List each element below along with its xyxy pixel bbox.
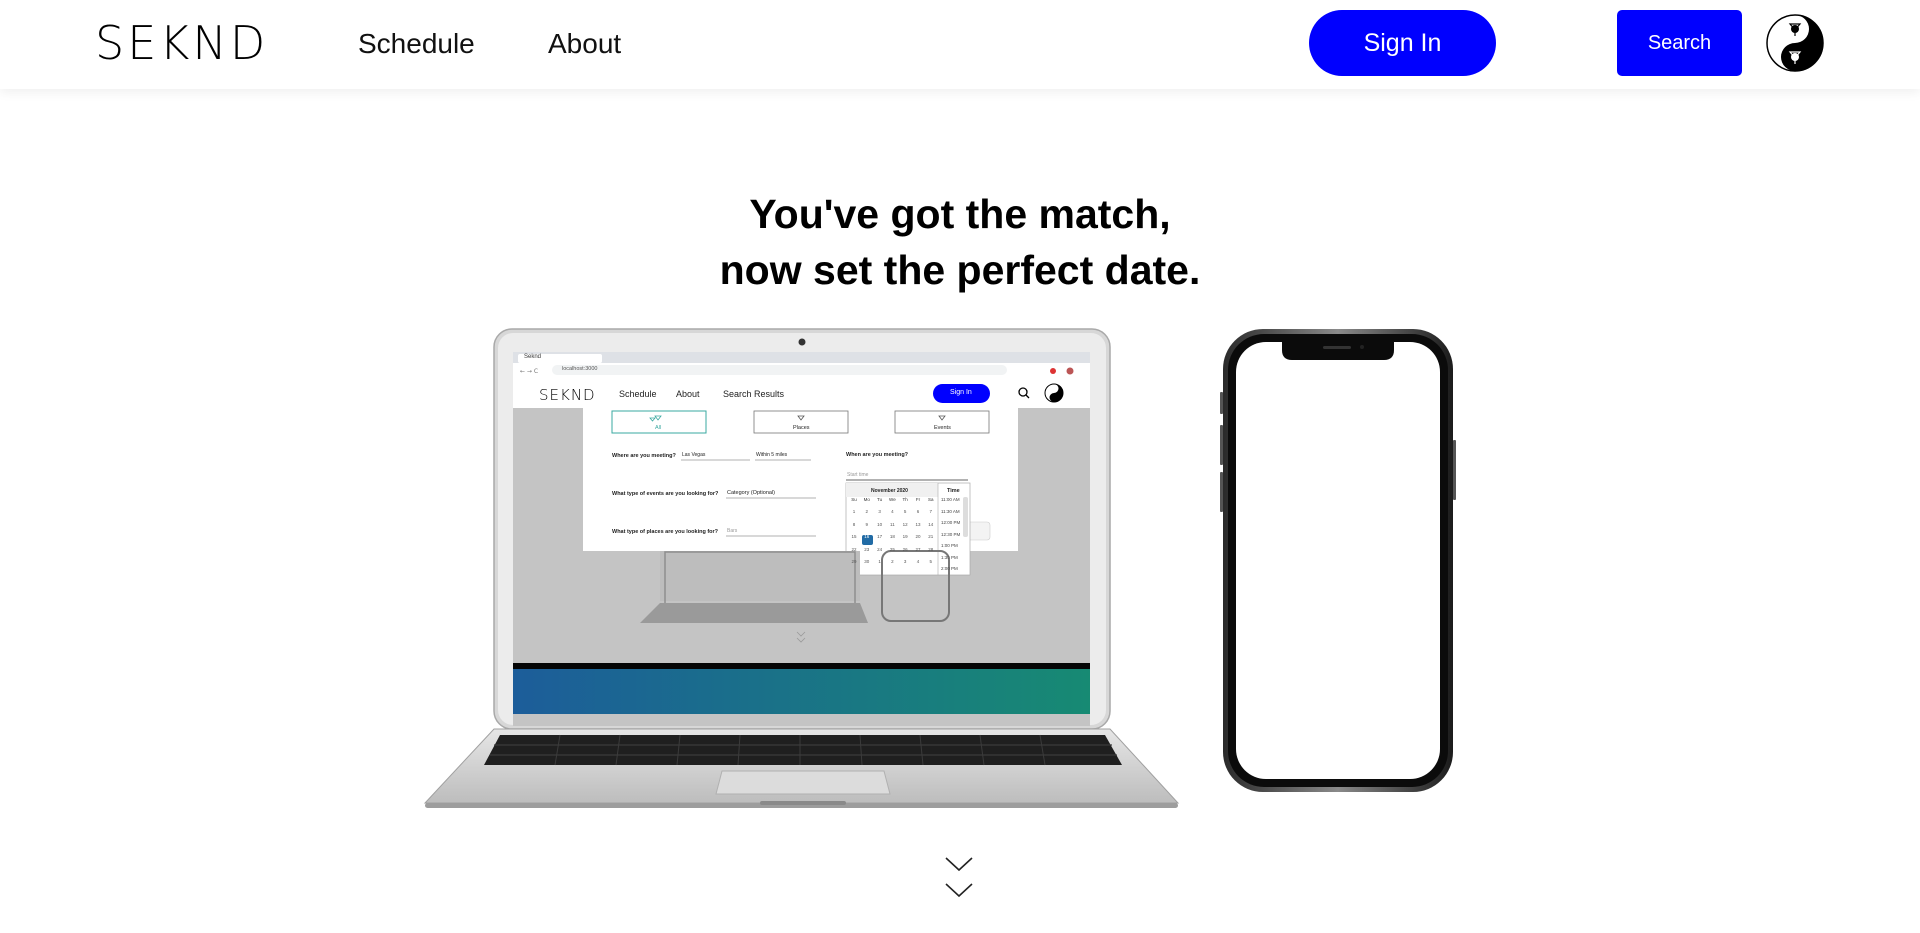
mini-calendar-day: 2 <box>891 559 894 564</box>
mini-calendar-day: 26 <box>902 546 908 552</box>
mini-calendar-weekday: Fr <box>915 497 921 502</box>
devices-illustration: ← → C <box>423 328 1456 808</box>
mini-calendar-weekday: Su <box>851 497 857 502</box>
svg-text:← → C: ← → C <box>520 368 538 375</box>
mini-calendar-day: 1 <box>878 559 881 564</box>
search-button[interactable]: Search <box>1617 10 1742 76</box>
mini-calendar-day: 29 <box>851 559 857 564</box>
mini-calendar-day: 24 <box>877 546 883 552</box>
mini-when-label: When are you meeting? <box>846 452 909 458</box>
mini-where-value: Las Vegas <box>682 452 706 458</box>
mini-calendar-day: 3 <box>903 559 907 564</box>
mini-calendar-day: 21 <box>928 534 934 540</box>
mini-category-events: Events <box>934 425 951 431</box>
mini-start-time-input: Start time <box>847 472 869 478</box>
mini-calendar-day: 14 <box>928 521 934 527</box>
mini-calendar-day: 11 <box>890 521 895 527</box>
mini-places-input: Bars <box>727 528 738 534</box>
mini-calendar-day: 8 <box>852 521 856 527</box>
top-navbar: SEKND Schedule About Sign In Search <box>0 0 1920 89</box>
mini-calendar-day: 3 <box>878 509 881 515</box>
nav-link-about[interactable]: About <box>548 26 621 62</box>
mini-calendar-day: 15 <box>851 534 857 540</box>
mini-distance-value: Within 5 miles <box>756 452 788 458</box>
mini-calendar-day: 18 <box>889 534 895 540</box>
avatar[interactable] <box>1766 14 1824 72</box>
mini-calendar-day: 12 <box>902 521 908 527</box>
mini-calendar-weekday: Sa <box>928 497 934 502</box>
mini-calendar-weekday: Mo <box>863 497 870 502</box>
mini-calendar-day: 2 <box>865 509 869 515</box>
mini-calendar-day: 4 <box>891 509 894 515</box>
mini-calendar-day: 22 <box>851 546 857 552</box>
sign-in-button[interactable]: Sign In <box>1309 10 1496 76</box>
mini-calendar-day: 28 <box>928 546 934 552</box>
mini-time-option: 12:00 PM <box>941 520 961 525</box>
laptop: ← → C <box>423 328 1180 808</box>
mini-time-option: 11:30 AM <box>941 508 960 514</box>
mini-sign-in-button: Sign In <box>950 389 972 396</box>
mini-calendar-time-header: Time <box>947 488 960 494</box>
phone <box>1220 329 1456 792</box>
mini-category-places: Places <box>793 425 810 431</box>
mini-calendar-day: 23 <box>864 546 870 552</box>
mini-category-select: Category (Optional) <box>727 490 775 496</box>
mini-calendar-day: 20 <box>915 534 921 540</box>
mini-calendar-day: 19 <box>902 534 908 540</box>
yin-yang-cocktail-icon <box>1766 14 1824 72</box>
mini-calendar-day: 17 <box>877 534 883 540</box>
mini-time-option: 12:30 PM <box>941 531 961 537</box>
nav-link-schedule[interactable]: Schedule <box>358 26 475 62</box>
site-logo[interactable]: SEKND <box>95 16 268 70</box>
mini-category-all: All <box>655 425 662 431</box>
mini-url-bar: localhost:3000 <box>562 366 598 372</box>
mini-calendar-weekday: Th <box>902 497 908 502</box>
mini-calendar-day: 6 <box>916 509 920 515</box>
scroll-down-chevron-icon[interactable] <box>944 856 974 902</box>
mini-calendar-month: November 2020 <box>871 488 908 494</box>
mini-calendar-day: 16 <box>864 534 870 540</box>
mini-calendar-day: 5 <box>929 559 933 564</box>
mini-calendar-weekday: We <box>889 497 896 502</box>
mini-places-label: What type of places are you looking for? <box>612 529 719 535</box>
mini-calendar-day: 27 <box>915 546 921 552</box>
mini-time-option: 11:00 AM <box>941 497 960 502</box>
mini-browser-tab: Seknd <box>524 354 542 360</box>
mini-where-label: Where are you meeting? <box>612 453 676 459</box>
mini-calendar-day: 5 <box>903 509 907 515</box>
mini-calendar-day: 30 <box>864 559 870 564</box>
mini-nav-schedule: Schedule <box>619 389 657 399</box>
mini-time-option: 1:00 PM <box>941 543 958 548</box>
mini-calendar-day: 1 <box>852 509 856 515</box>
mini-calendar-day: 9 <box>865 521 869 527</box>
mini-time-option: 2:00 PM <box>941 566 958 571</box>
mini-calendar-day: 25 <box>889 546 895 552</box>
mini-time-option: 1:30 PM <box>941 554 958 560</box>
mini-calendar-day: 13 <box>915 521 921 527</box>
mini-logo: SEKND <box>539 386 596 404</box>
mini-calendar-day: 7 <box>929 509 933 515</box>
mini-nav-about: About <box>676 389 700 399</box>
mini-calendar-day: 10 <box>877 521 883 527</box>
mini-nav-search-results: Search Results <box>723 389 785 399</box>
mini-calendar-weekday: Tu <box>877 497 883 502</box>
mini-events-label: What type of events are you looking for? <box>612 491 719 497</box>
mini-calendar-day: 4 <box>916 559 920 564</box>
